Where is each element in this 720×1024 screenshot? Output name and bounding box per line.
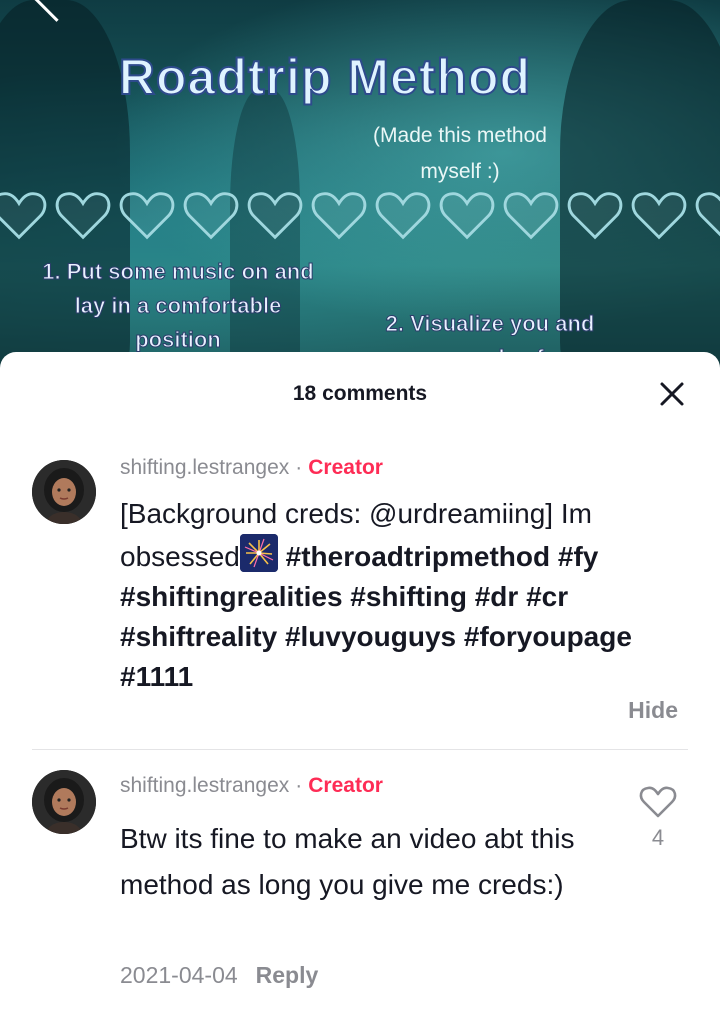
- heart-icon: [503, 192, 559, 240]
- avatar[interactable]: [32, 460, 96, 524]
- comments-sheet: 18 comments shifting.lestrangex · Creator …: [0, 352, 720, 1024]
- meta-separator: ·: [295, 774, 303, 797]
- fireworks-emoji-icon: [239, 534, 278, 572]
- video-step-line: lay in a comfortable: [74, 293, 282, 319]
- comment-date: 2021-04-04: [120, 962, 238, 988]
- heart-icon: [631, 192, 687, 240]
- close-icon: [660, 382, 684, 406]
- hearts-row: [0, 188, 720, 244]
- creator-badge: Creator: [308, 456, 383, 479]
- video-step-1: 1. Put some music on and lay in a comfor…: [28, 255, 328, 357]
- video-step-line: 2. Visualize you and: [385, 311, 595, 337]
- heart-icon: [247, 192, 303, 240]
- heart-icon: [439, 192, 495, 240]
- comment-footer: 2021-04-04 Reply: [120, 962, 318, 989]
- meta-separator: ·: [295, 456, 303, 479]
- avatar-image: [32, 460, 96, 524]
- video-title: Roadtrip Method: [118, 48, 532, 106]
- hide-link[interactable]: Hide: [560, 697, 678, 724]
- video-step-line: 1. Put some music on and: [42, 259, 314, 285]
- comment-text: [Background creds: @urdreamiing] Im obse…: [120, 494, 680, 697]
- video-subtitle-line: (Made this method: [373, 124, 547, 147]
- heart-icon: [311, 192, 367, 240]
- heart-icon: [119, 192, 175, 240]
- comment-meta: shifting.lestrangex · Creator: [120, 456, 383, 480]
- heart-icon: [0, 192, 47, 240]
- video-background[interactable]: Roadtrip Method (Made this method myself…: [0, 0, 720, 380]
- like-count: 4: [651, 825, 665, 850]
- comment-item: shifting.lestrangex · Creator [Background …: [0, 452, 720, 752]
- heart-outline-icon: [639, 786, 677, 818]
- reply-button[interactable]: Reply: [256, 962, 319, 988]
- creator-badge: Creator: [308, 774, 383, 797]
- comment-divider: [32, 749, 688, 750]
- comment-username[interactable]: shifting.lestrangex: [120, 456, 289, 479]
- close-button[interactable]: [652, 374, 692, 414]
- heart-icon: [567, 192, 623, 240]
- comment-meta: shifting.lestrangex · Creator: [120, 774, 383, 798]
- avatar-image: [32, 770, 96, 834]
- heart-icon: [55, 192, 111, 240]
- heart-icon: [695, 192, 720, 237]
- heart-icon: [375, 192, 431, 240]
- comment-text: Btw its fine to make an video abt this m…: [120, 823, 575, 900]
- avatar[interactable]: [32, 770, 96, 834]
- comment-username[interactable]: shifting.lestrangex: [120, 774, 289, 797]
- video-subtitle: (Made this method myself :): [350, 118, 570, 190]
- video-subtitle-line: myself :): [420, 160, 500, 183]
- heart-icon: [183, 192, 239, 240]
- comment-item: shifting.lestrangex · Creator Btw its fine…: [0, 770, 720, 1010]
- comments-count-title: 18 comments: [292, 382, 428, 405]
- like-button[interactable]: 4: [636, 784, 680, 851]
